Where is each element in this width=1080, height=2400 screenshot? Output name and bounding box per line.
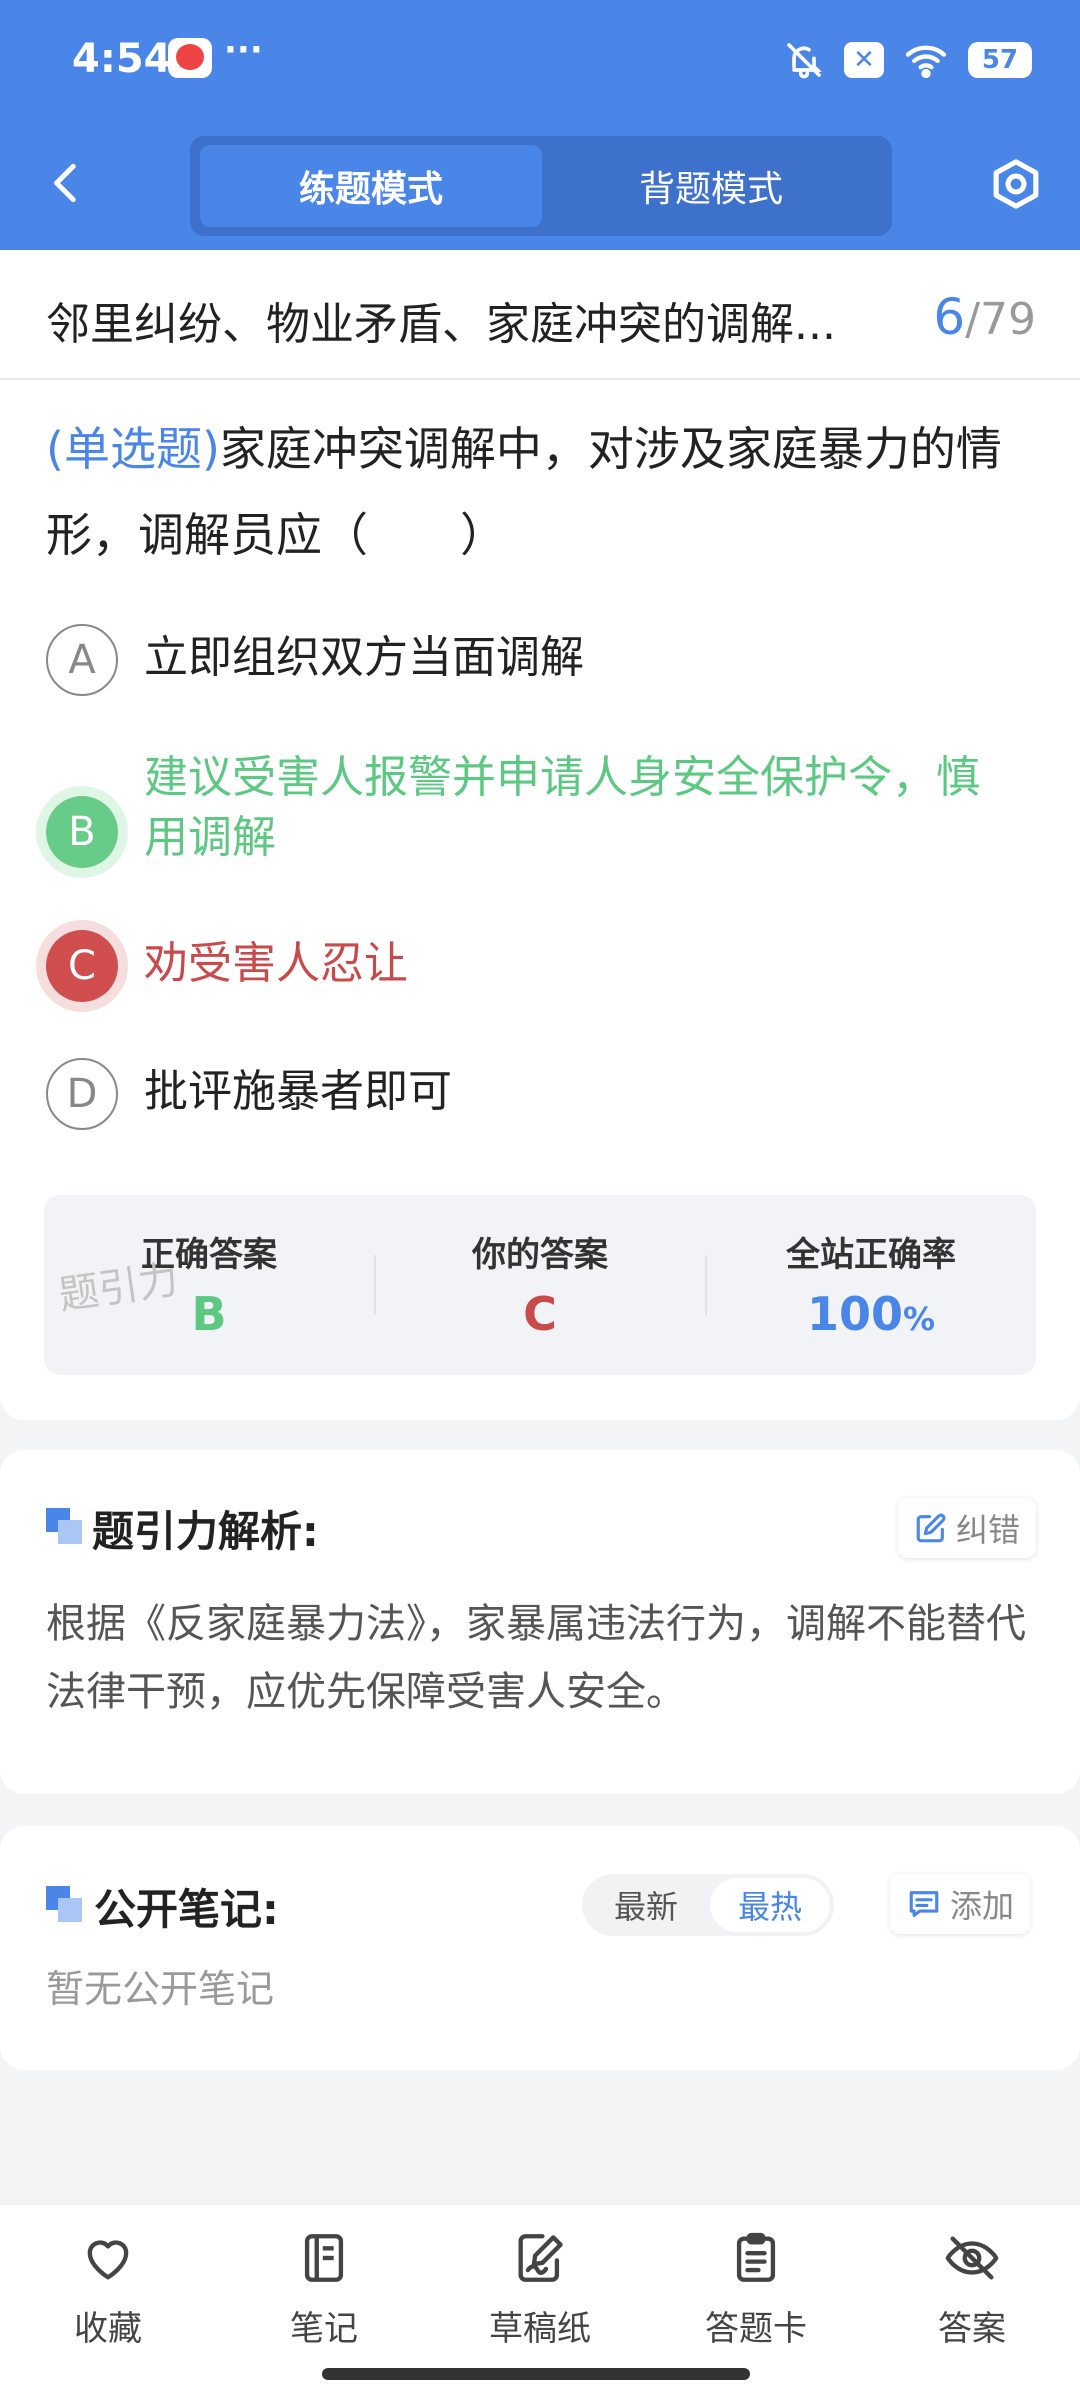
notes-button[interactable]: 笔记 <box>244 2229 404 2350</box>
app-notification-icon <box>168 38 212 78</box>
analysis-text: 根据《反家庭暴力法》，家暴属违法行为，调解不能替代法律干预，应优先保障受害人安全… <box>46 1601 1026 1715</box>
current-question-number: 6 <box>933 288 966 346</box>
question-card: (单选题)家庭冲突调解中，对涉及家庭暴力的情形，调解员应（ ） A 立即组织双方… <box>0 380 1080 1420</box>
option-letter: A <box>46 624 118 696</box>
eye-off-icon <box>945 2236 999 2280</box>
status-bar: 4:54 ··· ✕ 57 <box>0 0 1080 120</box>
favorite-button[interactable]: 收藏 <box>28 2229 188 2350</box>
status-icons: ✕ 57 <box>784 38 1032 82</box>
status-time: 4:54 <box>72 36 172 82</box>
your-answer-value: C <box>523 1287 557 1341</box>
accuracy-stat: 全站正确率 100% <box>706 1195 1036 1375</box>
chapter-title-row: 邻里纠纷、物业矛盾、家庭冲突的调解... 6/79 <box>0 250 1080 380</box>
draft-button[interactable]: 草稿纸 <box>460 2229 620 2350</box>
tab-practice-mode[interactable]: 练题模式 <box>200 145 542 227</box>
x-badge-icon: ✕ <box>844 42 884 78</box>
sort-latest[interactable]: 最新 <box>586 1878 706 1932</box>
option-text: 立即组织双方当面调解 <box>144 632 584 683</box>
answer-stats: 正确答案 B 你的答案 C 全站正确率 100% 题引力 <box>44 1195 1036 1375</box>
accuracy-label: 全站正确率 <box>786 1235 956 1275</box>
section-squares-icon <box>46 1886 82 1922</box>
chapter-title: 邻里纠纷、物业矛盾、家庭冲突的调解... <box>46 299 836 350</box>
notes-label: 笔记 <box>290 2309 358 2349</box>
question-stem: (单选题)家庭冲突调解中，对涉及家庭暴力的情形，调解员应（ ） <box>46 406 1036 578</box>
analysis-title: 题引力解析: <box>92 1507 319 1556</box>
notebook-icon <box>304 2234 344 2282</box>
accuracy-number: 100 <box>806 1287 903 1341</box>
option-text: 批评施暴者即可 <box>144 1066 452 1117</box>
show-answer-label: 答案 <box>938 2309 1006 2349</box>
option-letter: B <box>46 796 118 868</box>
show-answer-button[interactable]: 答案 <box>892 2229 1052 2350</box>
heart-icon <box>87 2240 129 2280</box>
notes-title: 公开笔记: <box>94 1885 279 1934</box>
total-question-count: /79 <box>965 294 1036 345</box>
accuracy-value: 100% <box>706 1287 1036 1341</box>
edit-icon <box>916 1513 946 1543</box>
analysis-card: 题引力解析: 纠错 根据《反家庭暴力法》，家暴属违法行为，调解不能替代法律干预，… <box>0 1450 1080 1794</box>
tab-memorize-mode[interactable]: 背题模式 <box>540 145 882 227</box>
answer-sheet-button[interactable]: 答题卡 <box>676 2229 836 2350</box>
battery-icon: 57 <box>968 42 1032 78</box>
option-b[interactable]: B 建议受害人报警并申请人身安全保护令，慎用调解 <box>46 744 1036 868</box>
empty-notes-text: 暂无公开笔记 <box>46 1967 275 2011</box>
accuracy-unit: % <box>902 1300 936 1338</box>
your-answer-label: 你的答案 <box>472 1235 608 1275</box>
option-c[interactable]: C 劝受害人忍让 <box>46 930 1036 1002</box>
notes-sort-toggle: 最新 最热 <box>582 1874 834 1936</box>
app-header: 4:54 ··· ✕ 57 练题模式 背题模式 <box>0 0 1080 250</box>
comment-icon <box>909 1891 939 1917</box>
your-answer-stat: 你的答案 C <box>375 1195 705 1375</box>
option-a[interactable]: A 立即组织双方当面调解 <box>46 624 1036 696</box>
sort-hottest[interactable]: 最热 <box>710 1878 830 1932</box>
option-letter: C <box>46 930 118 1002</box>
bell-off-icon <box>787 43 822 79</box>
option-text: 建议受害人报警并申请人身安全保护令，慎用调解 <box>144 752 980 863</box>
report-error-label: 纠错 <box>956 1511 1021 1549</box>
section-squares-icon <box>46 1508 82 1544</box>
question-type: (单选题) <box>46 422 220 476</box>
draft-label: 草稿纸 <box>489 2309 591 2349</box>
back-icon[interactable] <box>42 158 92 208</box>
option-d[interactable]: D 批评施暴者即可 <box>46 1058 1036 1130</box>
report-error-button[interactable]: 纠错 <box>898 1498 1037 1558</box>
option-text: 劝受害人忍让 <box>144 938 408 989</box>
status-more: ··· <box>224 30 263 70</box>
notes-card: 公开笔记: 最新 最热 添加 暂无公开笔记 <box>0 1826 1080 2070</box>
settings-icon[interactable] <box>988 156 1044 212</box>
add-note-label: 添加 <box>950 1887 1015 1925</box>
add-note-button[interactable]: 添加 <box>890 1874 1031 1934</box>
option-letter: D <box>46 1058 118 1130</box>
question-progress: 6/79 <box>933 288 1036 346</box>
wifi-icon <box>905 45 947 78</box>
home-indicator[interactable] <box>322 2368 750 2380</box>
answer-sheet-label: 答题卡 <box>705 2309 807 2349</box>
favorite-label: 收藏 <box>74 2309 142 2349</box>
mode-switch: 练题模式 背题模式 <box>190 136 892 236</box>
draft-icon <box>518 2234 563 2282</box>
answer-sheet-icon <box>736 2232 776 2282</box>
